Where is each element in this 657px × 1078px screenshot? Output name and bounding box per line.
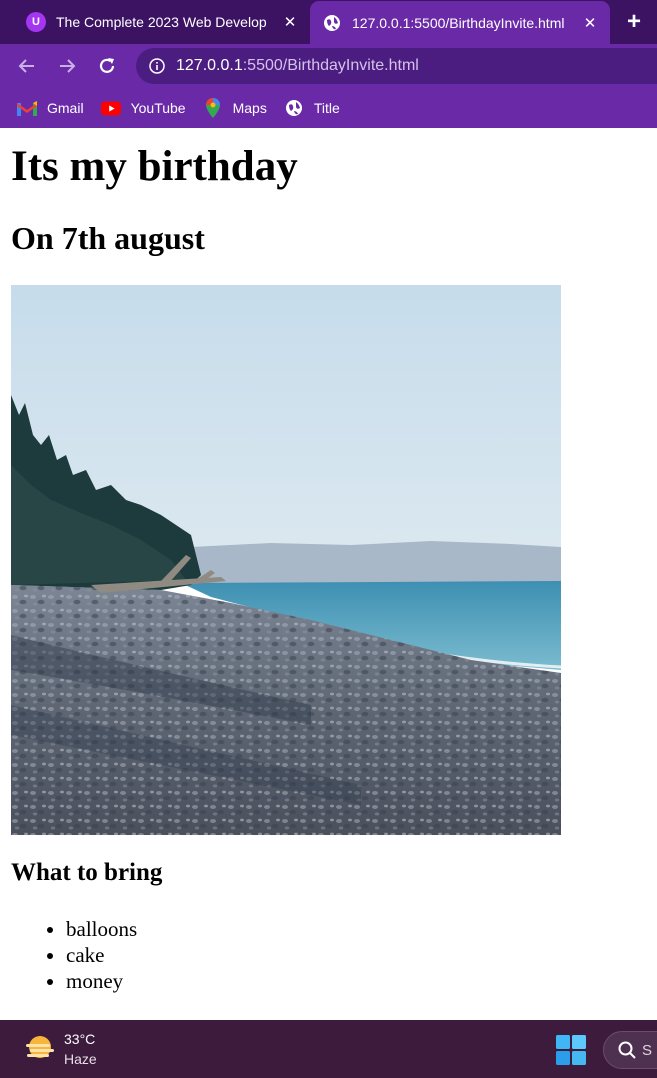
maps-icon	[203, 98, 223, 118]
bring-list: balloons cake money	[66, 916, 137, 994]
bookmark-title[interactable]: Title	[284, 99, 340, 117]
gmail-icon	[17, 99, 37, 117]
url-host: 127.0.0.1	[176, 57, 243, 74]
tab-udemy[interactable]: U The Complete 2023 Web Develop ✕	[14, 0, 310, 44]
url-text: 127.0.0.1:5500/BirthdayInvite.html	[176, 57, 419, 75]
globe-icon	[322, 13, 342, 33]
page-heading: Its my birthday	[11, 143, 298, 190]
taskbar-search[interactable]: S	[603, 1031, 657, 1069]
bookmark-label: Maps	[232, 100, 267, 116]
youtube-icon	[100, 99, 121, 117]
tab-strip: U The Complete 2023 Web Develop ✕ 127.0.…	[0, 0, 657, 45]
tab-birthday-invite[interactable]: 127.0.0.1:5500/BirthdayInvite.html ✕	[310, 1, 610, 45]
back-arrow-icon[interactable]	[13, 52, 41, 80]
info-icon[interactable]	[148, 57, 166, 75]
close-icon[interactable]: ✕	[280, 12, 300, 32]
close-icon[interactable]: ✕	[580, 13, 600, 33]
reload-icon[interactable]	[93, 52, 121, 80]
list-item: money	[66, 968, 137, 994]
beach-photo	[11, 285, 561, 835]
search-placeholder: S	[642, 1041, 653, 1059]
bookmark-youtube[interactable]: YouTube	[100, 99, 186, 117]
bookmark-label: YouTube	[130, 100, 186, 116]
udemy-icon: U	[26, 12, 46, 32]
search-icon	[618, 1041, 636, 1059]
bookmark-label: Title	[313, 100, 340, 116]
weather-haze-icon[interactable]	[24, 1034, 56, 1064]
list-heading: What to bring	[11, 859, 163, 886]
weather-temperature[interactable]: 33°C	[64, 1031, 95, 1047]
new-tab-button[interactable]: +	[618, 6, 650, 38]
weather-description[interactable]: Haze	[64, 1051, 97, 1067]
windows-start-icon[interactable]	[556, 1035, 586, 1065]
list-item: balloons	[66, 916, 137, 942]
page-content: Its my birthday On 7th august What to br…	[0, 128, 657, 1020]
taskbar: 33°C Haze S	[0, 1020, 657, 1078]
bookmark-label: Gmail	[47, 100, 84, 116]
bookmarks-bar: Gmail YouTube Maps Title	[0, 88, 657, 128]
url-path: :5500/BirthdayInvite.html	[242, 57, 419, 74]
tab-title: 127.0.0.1:5500/BirthdayInvite.html	[352, 15, 565, 31]
bookmark-gmail[interactable]: Gmail	[17, 99, 84, 117]
list-item: cake	[66, 942, 137, 968]
forward-arrow-icon[interactable]	[53, 52, 81, 80]
page-subheading: On 7th august	[11, 220, 205, 256]
address-bar[interactable]: 127.0.0.1:5500/BirthdayInvite.html	[136, 48, 657, 84]
browser-toolbar: 127.0.0.1:5500/BirthdayInvite.html	[0, 44, 657, 88]
tab-title: The Complete 2023 Web Develop	[56, 14, 267, 30]
globe-icon	[284, 99, 304, 117]
bookmark-maps[interactable]: Maps	[203, 98, 267, 118]
